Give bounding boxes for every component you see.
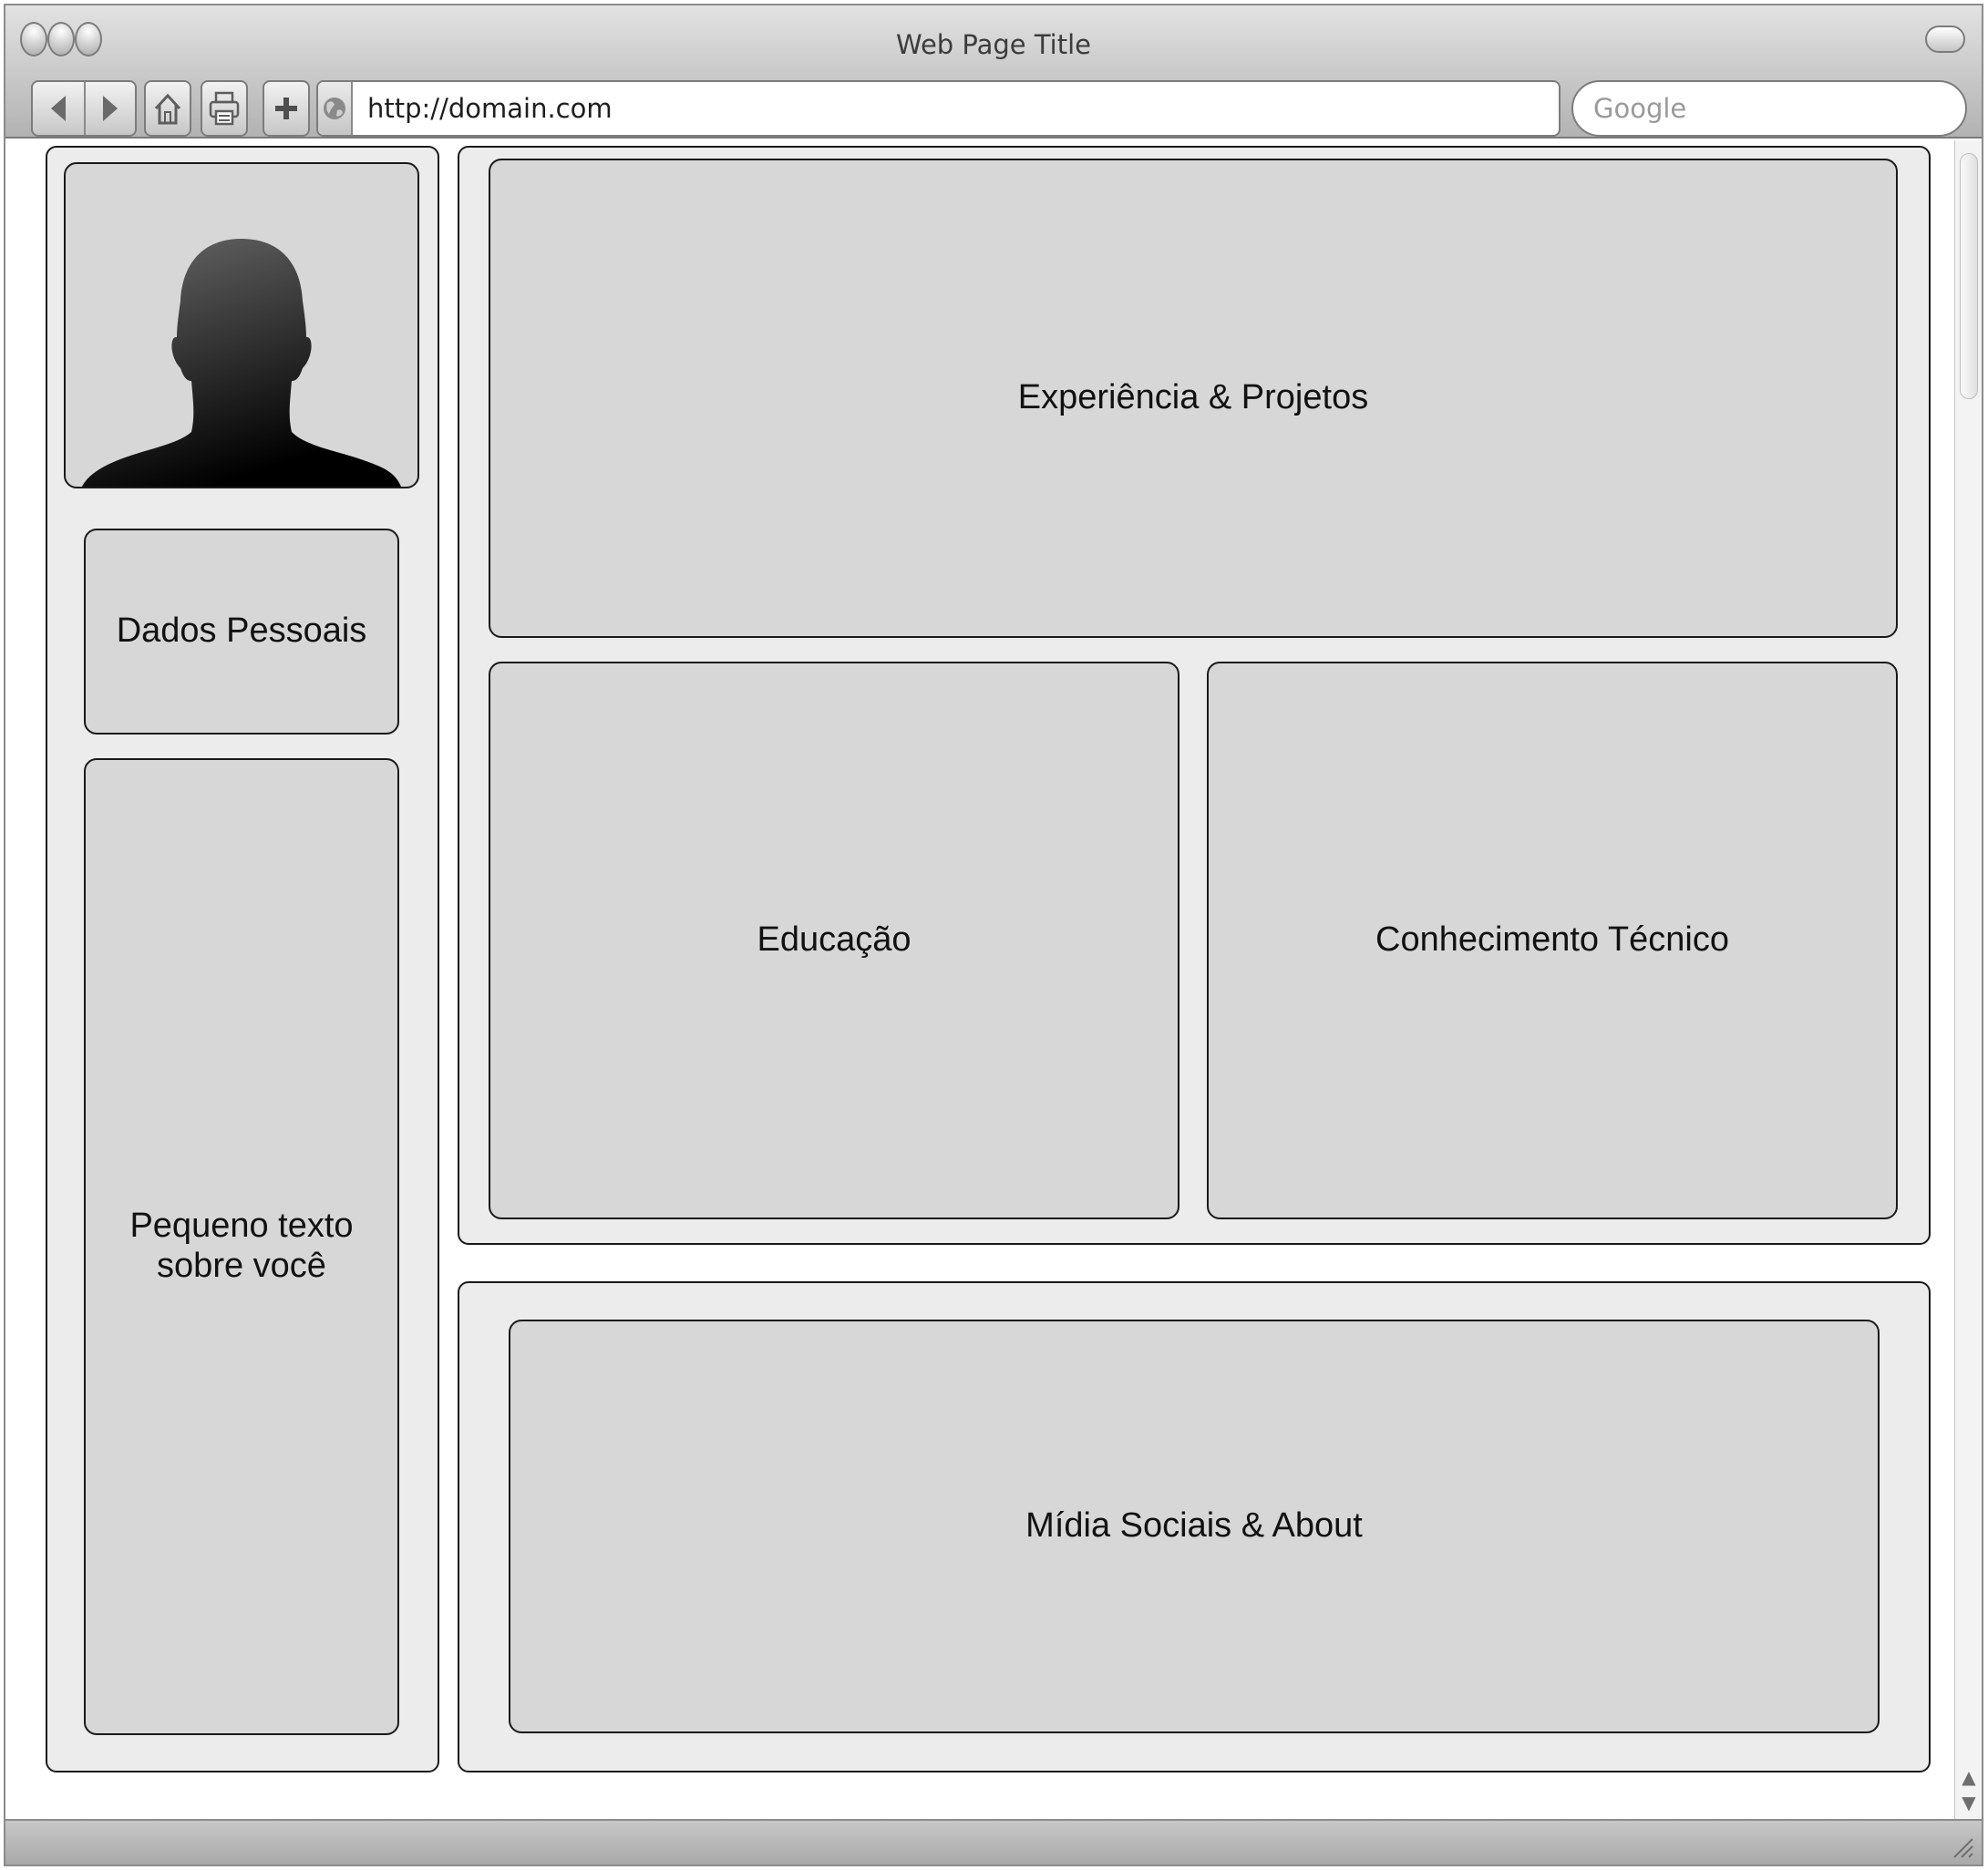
personal-data-label: Dados Pessoais <box>116 611 367 651</box>
search-input[interactable]: Google <box>1571 80 1967 137</box>
back-arrow-icon <box>51 96 66 121</box>
forward-button[interactable] <box>84 82 135 135</box>
personal-data-section: Dados Pessoais <box>84 529 399 735</box>
skills-label: Conhecimento Técnico <box>1375 920 1729 960</box>
vertical-scrollbar[interactable]: ▲ ▼ <box>1954 140 1982 1822</box>
scroll-down-arrow-icon[interactable]: ▼ <box>1961 1792 1977 1813</box>
footer-panel: Mídia Sociais & About <box>458 1281 1931 1772</box>
browser-window: Web Page Title http://domain.com Google … <box>4 4 1983 1866</box>
add-bookmark-button[interactable] <box>263 80 310 137</box>
education-section: Educação <box>489 662 1179 1219</box>
status-bar <box>5 1819 1982 1865</box>
main-panel: Experiência & Projetos Educação Conhecim… <box>458 146 1931 1245</box>
skills-section: Conhecimento Técnico <box>1207 662 1898 1219</box>
toolbar-toggle-button[interactable] <box>1925 26 1965 53</box>
forward-arrow-icon <box>103 96 118 121</box>
globe-icon <box>318 82 353 135</box>
social-about-label: Mídia Sociais & About <box>1025 1506 1363 1546</box>
resize-grip-icon[interactable] <box>1949 1834 1974 1859</box>
print-button[interactable] <box>201 80 248 137</box>
navigation-buttons <box>31 80 137 137</box>
sidebar-panel: Dados Pessoais Pequeno texto sobre você <box>46 146 439 1772</box>
browser-chrome: Web Page Title http://domain.com Google <box>5 5 1982 139</box>
social-about-section: Mídia Sociais & About <box>509 1320 1880 1733</box>
home-icon <box>154 93 181 125</box>
experience-label: Experiência & Projetos <box>1017 378 1369 417</box>
education-label: Educação <box>757 920 912 960</box>
printer-icon <box>209 91 240 126</box>
plus-icon <box>275 98 297 119</box>
person-silhouette-icon <box>82 239 401 487</box>
page-content: Dados Pessoais Pequeno texto sobre você … <box>5 140 1957 1822</box>
url-text[interactable]: http://domain.com <box>367 82 613 135</box>
scrollbar-thumb[interactable] <box>1960 153 1978 399</box>
profile-photo <box>64 162 419 488</box>
home-button[interactable] <box>144 80 191 137</box>
back-button[interactable] <box>33 82 84 135</box>
about-text-label: Pequeno texto sobre você <box>129 1207 354 1285</box>
about-text-section: Pequeno texto sobre você <box>84 758 399 1735</box>
address-bar[interactable]: http://domain.com <box>316 80 1561 137</box>
window-title: Web Page Title <box>895 29 1092 60</box>
experience-section: Experiência & Projetos <box>489 159 1898 638</box>
scroll-up-arrow-icon[interactable]: ▲ <box>1961 1766 1977 1788</box>
